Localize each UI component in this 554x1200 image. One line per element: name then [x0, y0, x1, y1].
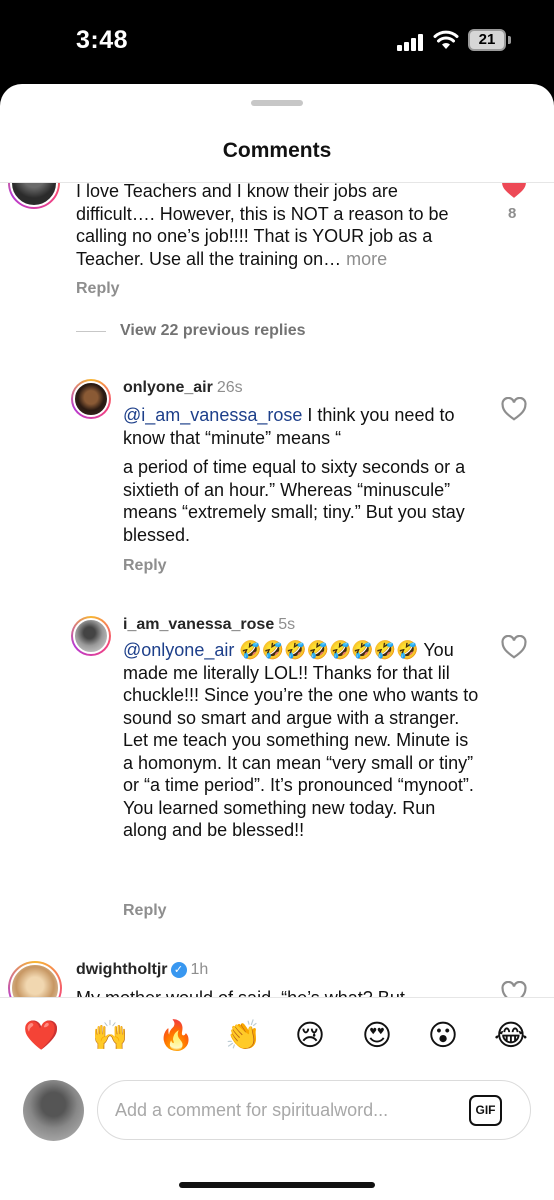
comment-input[interactable]: Add a comment for spiritualword... GIF [97, 1080, 531, 1140]
next-comment-text: My mother would of said, “he’s what? But [76, 987, 476, 997]
reply-1-timestamp: 26s [216, 379, 243, 396]
mention-link[interactable]: @i_am_vanessa_rose [123, 405, 302, 425]
fire-emoji-button[interactable]: 🔥 [154, 1019, 198, 1053]
reply-1-text-second: a period of time equal to sixty seconds … [123, 457, 466, 545]
next-comment-timestamp: 1h [190, 961, 209, 978]
comments-sheet: Comments I love Teachers and I know thei… [0, 84, 554, 1200]
view-replies-line [76, 331, 106, 332]
laughing-emojis: 🤣🤣🤣🤣🤣🤣🤣🤣 [234, 640, 419, 660]
parent-comment: I love Teachers and I know their jobs ar… [76, 183, 476, 270]
like-heart-icon[interactable] [501, 635, 527, 659]
reply-1-text-first: @i_am_vanessa_rose I think you need to k… [123, 405, 455, 448]
avatar[interactable] [71, 379, 111, 419]
reply-1-username[interactable]: onlyone_air 26s [123, 379, 243, 397]
reply-button[interactable]: Reply [123, 902, 167, 920]
reply-2-username[interactable]: i_am_vanessa_rose 5s [123, 616, 295, 634]
gif-button[interactable]: GIF [469, 1095, 502, 1126]
like-heart-icon[interactable] [501, 397, 527, 421]
heart-filled-icon[interactable] [501, 183, 527, 199]
next-comment-username[interactable]: dwightholtjr ✓ 1h [76, 961, 208, 979]
heart-eyes-emoji-button[interactable]: 😍 [355, 1019, 399, 1053]
sheet-title: Comments [222, 139, 332, 162]
like-heart-icon[interactable] [501, 981, 527, 997]
avatar[interactable] [8, 961, 62, 997]
reply-2-timestamp: 5s [278, 616, 296, 633]
reply-button[interactable]: Reply [76, 280, 120, 298]
emoji-reaction-bar: ❤️ 🙌 🔥 👏 😢 😍 😮 😂 [0, 997, 554, 1067]
avatar[interactable] [71, 616, 111, 656]
view-previous-replies[interactable]: View 22 previous replies [120, 322, 306, 340]
avatar[interactable] [8, 183, 60, 209]
more-link[interactable]: more [346, 249, 387, 269]
status-bar: 3:48 21 [0, 0, 554, 84]
parent-comment-text: I love Teachers and I know their jobs ar… [76, 183, 449, 269]
battery-icon: 21 [468, 29, 506, 51]
laughing-emoji-button[interactable]: 😂 [489, 1019, 533, 1053]
reply-2-text: @onlyone_air 🤣🤣🤣🤣🤣🤣🤣🤣 You made me litera… [123, 640, 479, 840]
signal-icon [397, 33, 425, 51]
heart-emoji-button[interactable]: ❤️ [19, 1019, 63, 1053]
comment-list[interactable]: I love Teachers and I know their jobs ar… [0, 183, 554, 997]
comment-placeholder: Add a comment for spiritualword... [115, 1100, 389, 1120]
like-count: 8 [508, 205, 517, 222]
reply-button[interactable]: Reply [123, 557, 167, 575]
mention-link[interactable]: @onlyone_air [123, 640, 234, 660]
verified-badge-icon: ✓ [170, 962, 187, 978]
clapping-emoji-button[interactable]: 👏 [221, 1019, 265, 1053]
wifi-icon [433, 30, 459, 49]
home-indicator[interactable] [179, 1182, 375, 1188]
battery-nub [508, 36, 511, 44]
my-avatar[interactable] [23, 1080, 84, 1141]
surprised-emoji-button[interactable]: 😮 [421, 1019, 465, 1053]
sheet-grabber[interactable] [251, 100, 303, 106]
status-time: 3:48 [76, 26, 129, 54]
crying-emoji-button[interactable]: 😢 [288, 1019, 332, 1053]
raised-hands-emoji-button[interactable]: 🙌 [88, 1019, 132, 1053]
